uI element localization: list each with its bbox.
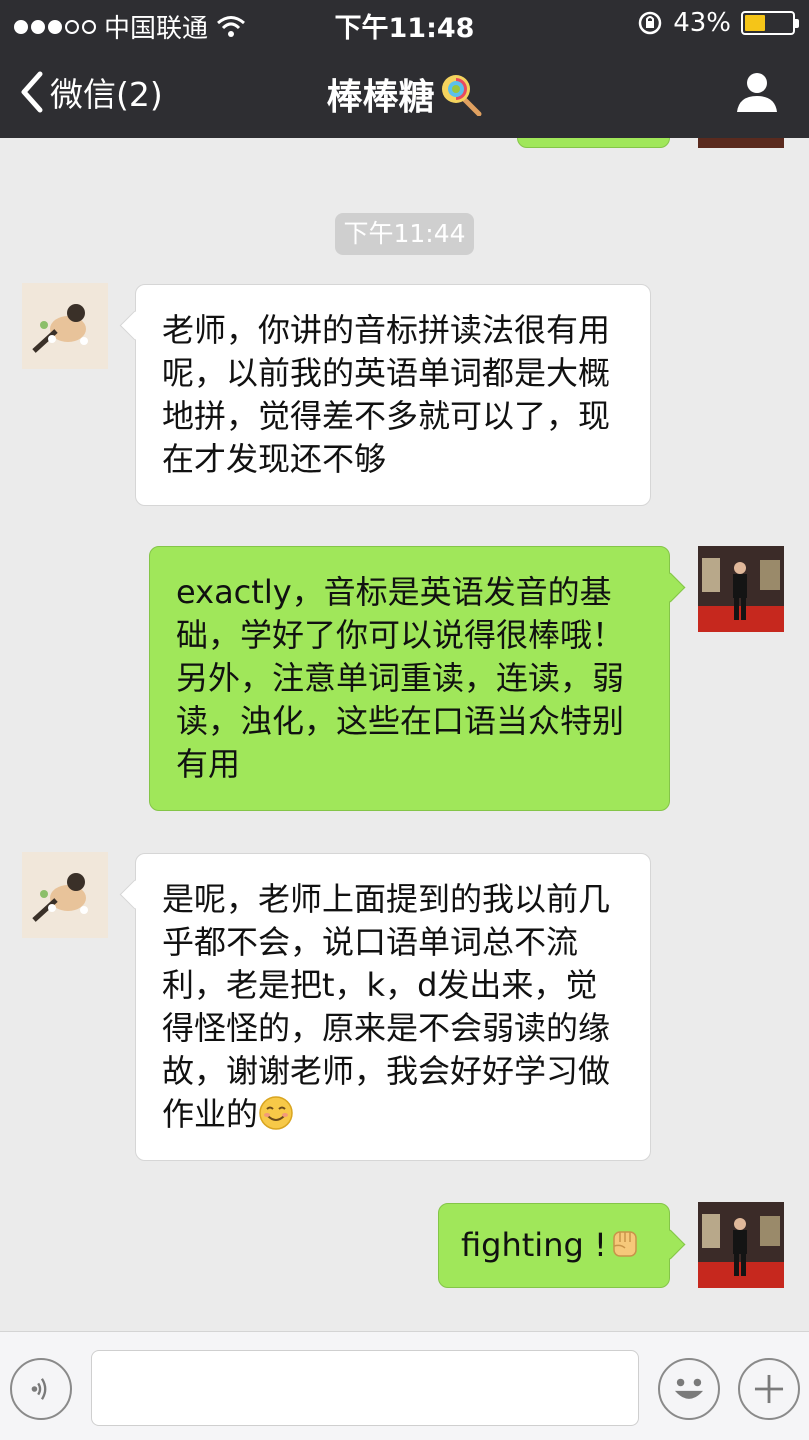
- nav-bar: 微信(2) 棒棒糖: [0, 46, 809, 138]
- message-text: fighting !: [461, 1226, 607, 1264]
- status-right: 43%: [637, 8, 799, 38]
- chat-area[interactable]: 下午11:44 老师，你讲的音标拼读法很有用呢，以前我的英语单词都是大概地拼，觉…: [0, 138, 809, 1331]
- battery-percent: 43%: [673, 8, 731, 38]
- more-button[interactable]: [738, 1358, 800, 1420]
- smiling-face-emoji: [259, 1096, 293, 1130]
- message-timestamp: 下午11:44: [335, 213, 474, 255]
- previous-message-bubble: [517, 138, 670, 148]
- emoji-button[interactable]: [658, 1358, 720, 1420]
- chat-title: 棒棒糖: [0, 68, 809, 120]
- lollipop-icon: [441, 75, 481, 116]
- person-icon[interactable]: [735, 70, 779, 114]
- message-text: exactly，音标是英语发音的基础，学好了你可以说得很棒哦！另外，注意单词重读…: [176, 573, 625, 783]
- incoming-message-bubble[interactable]: 老师，你讲的音标拼读法很有用呢，以前我的英语单词都是大概地拼，觉得差不多就可以了…: [135, 284, 651, 506]
- battery-level: [745, 15, 765, 31]
- voice-icon: [31, 1378, 47, 1400]
- smiley-icon: [674, 1378, 704, 1399]
- rotation-lock-icon: [638, 11, 662, 35]
- my-avatar[interactable]: [698, 546, 784, 632]
- incoming-message-bubble[interactable]: 是呢，老师上面提到的我以前几乎都不会，说口语单词总不流利，老是把t，k，d发出来…: [135, 853, 651, 1161]
- message-text: 是呢，老师上面提到的我以前几乎都不会，说口语单词总不流利，老是把t，k，d发出来…: [162, 880, 611, 1133]
- input-bar: [0, 1331, 809, 1440]
- voice-button[interactable]: [10, 1358, 72, 1420]
- message-text: 老师，你讲的音标拼读法很有用呢，以前我的英语单词都是大概地拼，觉得差不多就可以了…: [162, 311, 611, 478]
- contact-avatar[interactable]: [22, 283, 108, 369]
- raised-fist-emoji: [613, 1231, 637, 1257]
- message-input[interactable]: [91, 1350, 639, 1426]
- plus-icon: [754, 1374, 784, 1404]
- battery-icon: [741, 11, 799, 35]
- contact-avatar[interactable]: [22, 852, 108, 938]
- outgoing-message-bubble[interactable]: exactly，音标是英语发音的基础，学好了你可以说得很棒哦！另外，注意单词重读…: [149, 546, 670, 811]
- outgoing-message-bubble[interactable]: fighting !: [438, 1203, 670, 1288]
- previous-avatar: [698, 138, 784, 148]
- contact-name: 棒棒糖: [326, 77, 435, 118]
- my-avatar[interactable]: [698, 1202, 784, 1288]
- status-bar: 中国联通 下午11:48 43%: [0, 0, 809, 46]
